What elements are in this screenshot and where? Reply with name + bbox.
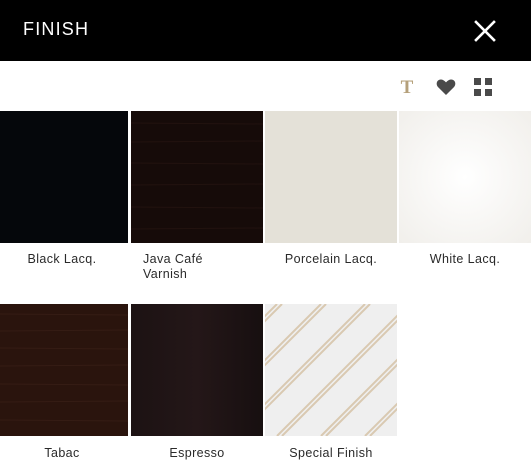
finish-label-line: Varnish [143,267,188,281]
modal-title: FINISH [23,19,90,39]
finish-label-black-lacq: Black Lacq. [27,252,97,266]
favorites-button[interactable] [435,76,457,98]
swatch-white-lacq[interactable] [399,111,531,243]
close-button[interactable] [470,16,500,46]
porcelain-lacq-swatch-image [265,111,397,243]
swatch-java-cafe-varnish[interactable] [131,111,263,243]
black-lacq-swatch-image [0,111,128,243]
finish-label-porcelain-lacq: Porcelain Lacq. [284,252,378,266]
finish-label-espresso: Espresso [169,446,225,460]
finish-label-java-cafe-varnish: Java Café Varnish [143,252,263,282]
swatch-special-finish[interactable] [265,304,397,436]
grid-view-button[interactable] [472,76,494,98]
tabac-swatch-image [0,304,128,436]
svg-text:T: T [401,77,414,98]
finish-label-white-lacq: White Lacq. [429,252,501,266]
finish-label-tabac: Tabac [44,446,80,460]
text-filter-icon: T [401,77,414,98]
heart-icon [436,79,456,95]
close-icon [474,20,496,42]
swatch-espresso[interactable] [131,304,263,436]
text-filter-button[interactable]: T [396,76,418,98]
finish-label-special-finish: Special Finish [289,446,373,460]
swatch-black-lacq[interactable] [0,111,128,243]
finish-label-line: Java Café [143,252,203,266]
white-lacq-swatch-image [399,111,531,243]
swatch-tabac[interactable] [0,304,128,436]
swatch-porcelain-lacq[interactable] [265,111,397,243]
grid-icon [474,78,492,96]
special-finish-swatch-image [265,304,397,436]
espresso-swatch-image [131,304,263,436]
modal-header: FINISH [0,0,531,61]
java-cafe-swatch-image [131,111,263,243]
